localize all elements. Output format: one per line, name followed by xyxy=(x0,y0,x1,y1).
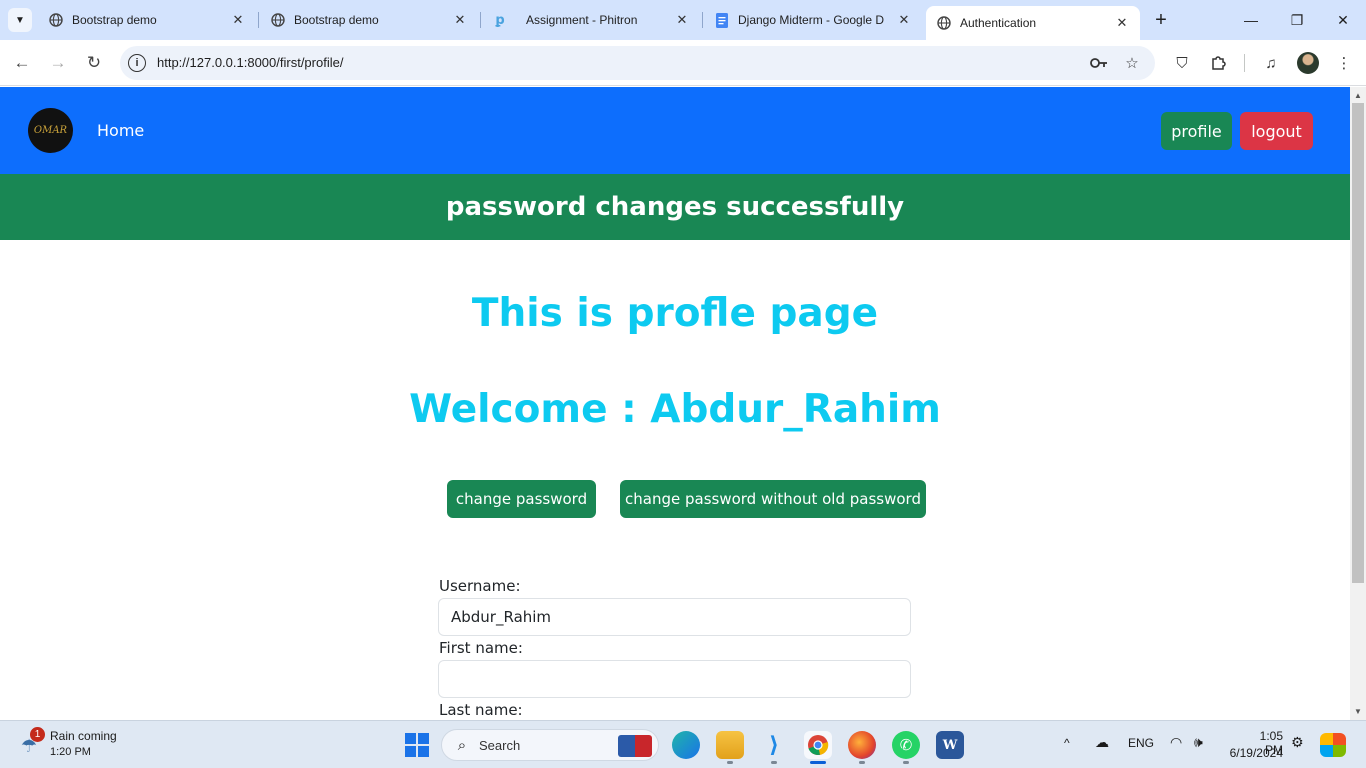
tab-title: Django Midterm - Google D xyxy=(738,13,885,27)
browser-tab[interactable]: Bootstrap demo ✕ xyxy=(38,6,256,34)
tab-title: Assignment - Phitron xyxy=(526,13,638,27)
first-name-label: First name: xyxy=(439,639,523,657)
app-running-indicator xyxy=(903,761,909,764)
edge-icon[interactable] xyxy=(672,731,700,759)
tab-title: Bootstrap demo xyxy=(294,13,379,27)
change-password-button[interactable]: change password xyxy=(447,480,596,518)
tab-divider xyxy=(480,12,481,28)
toolbar-divider xyxy=(1244,54,1245,72)
search-placeholder: Search xyxy=(479,738,521,753)
password-key-icon[interactable] xyxy=(1089,53,1109,73)
site-logo[interactable]: OMAR xyxy=(28,108,73,153)
tab-strip: ▼ Bootstrap demo ✕ Bootstrap demo ✕ ꝑ As… xyxy=(0,0,1366,40)
tab-close-icon[interactable]: ✕ xyxy=(452,12,468,28)
globe-icon xyxy=(48,12,64,28)
onedrive-cloud-icon[interactable]: ☁ xyxy=(1095,734,1109,751)
page-viewport: OMAR Home profile logout password change… xyxy=(0,87,1350,720)
globe-icon xyxy=(270,12,286,28)
profile-button[interactable]: profile xyxy=(1161,112,1232,150)
weather-time: 1:20 PM xyxy=(50,746,91,758)
url-text[interactable]: http://127.0.0.1:8000/first/profile/ xyxy=(157,55,343,70)
address-bar[interactable]: i http://127.0.0.1:8000/first/profile/ ☆ xyxy=(120,46,1155,80)
search-icon: ⌕ xyxy=(457,736,467,754)
more-menu-icon[interactable]: ⋮ xyxy=(1333,52,1355,74)
page-title: This is profle page xyxy=(471,291,879,336)
welcome-heading: Welcome : Abdur_Rahim xyxy=(409,387,941,432)
show-hidden-icons-chevron-icon[interactable]: ^ xyxy=(1064,736,1070,750)
scroll-up-icon[interactable]: ▲ xyxy=(1350,88,1366,102)
speaker-icon[interactable]: 🕪 xyxy=(1194,734,1203,751)
tab-divider xyxy=(702,12,703,28)
weather-title[interactable]: Rain coming xyxy=(50,729,117,743)
google-docs-icon xyxy=(714,12,730,28)
notification-bell-icon[interactable]: ⚙ xyxy=(1291,734,1304,751)
restore-icon[interactable]: ❐ xyxy=(1274,8,1320,32)
windows-taskbar: ☂ 1 Rain coming 1:20 PM ⌕ Search ⟩ ✆ W ^… xyxy=(0,720,1366,768)
username-label: Username: xyxy=(439,577,521,595)
site-info-icon[interactable]: i xyxy=(128,54,146,72)
globe-icon xyxy=(936,15,952,31)
browser-tab[interactable]: ꝑ Assignment - Phitron ✕ xyxy=(482,6,700,34)
browser-tab[interactable]: Django Midterm - Google D ✕ xyxy=(704,6,922,34)
tab-title: Bootstrap demo xyxy=(72,13,157,27)
scroll-thumb[interactable] xyxy=(1352,103,1364,583)
tab-divider xyxy=(258,12,259,28)
tab-search-chevron-icon[interactable]: ▼ xyxy=(8,8,32,32)
browser-tab-active[interactable]: Authentication ✕ xyxy=(926,6,1140,40)
tab-close-icon[interactable]: ✕ xyxy=(1114,15,1130,31)
site-navbar: OMAR Home profile logout xyxy=(0,87,1350,174)
phitron-icon: ꝑ xyxy=(495,12,505,27)
nav-home-link[interactable]: Home xyxy=(97,121,144,140)
app-running-indicator xyxy=(771,761,777,764)
windows-start-icon[interactable] xyxy=(405,733,429,757)
notification-badge: 1 xyxy=(30,727,45,742)
tab-title: Authentication xyxy=(960,16,1037,30)
change-password-without-old-button[interactable]: change password without old password xyxy=(620,480,926,518)
back-arrow-icon[interactable]: ← xyxy=(10,51,34,75)
extensions-puzzle-icon[interactable] xyxy=(1207,52,1229,74)
reload-icon[interactable]: ↻ xyxy=(82,51,106,75)
browser-tab[interactable]: Bootstrap demo ✕ xyxy=(260,6,478,34)
logout-button[interactable]: logout xyxy=(1240,112,1313,150)
username-field[interactable]: Abdur_Rahim xyxy=(438,598,911,636)
copilot-icon[interactable] xyxy=(1320,733,1346,757)
media-control-icon[interactable]: ♫ xyxy=(1260,52,1282,74)
taskbar-search-box[interactable]: ⌕ Search xyxy=(441,729,659,761)
whatsapp-icon[interactable]: ✆ xyxy=(892,731,920,759)
wifi-icon[interactable]: ◠ xyxy=(1170,734,1182,751)
close-window-icon[interactable]: ✕ xyxy=(1320,8,1366,32)
app-running-indicator xyxy=(859,761,865,764)
profile-avatar[interactable] xyxy=(1297,52,1319,74)
last-name-label: Last name: xyxy=(439,701,523,719)
minimize-icon[interactable]: — xyxy=(1228,8,1274,32)
bookmark-star-icon[interactable]: ☆ xyxy=(1122,53,1142,73)
firefox-icon[interactable] xyxy=(848,731,876,759)
app-active-indicator xyxy=(810,761,826,764)
shield-extension-icon[interactable]: ⛉ xyxy=(1171,52,1193,74)
browser-toolbar: ← → ↻ i http://127.0.0.1:8000/first/prof… xyxy=(0,40,1366,86)
new-tab-icon[interactable]: + xyxy=(1150,8,1172,32)
app-running-indicator xyxy=(727,761,733,764)
first-name-field[interactable] xyxy=(438,660,911,698)
forward-arrow-icon[interactable]: → xyxy=(46,51,70,75)
clock-date[interactable]: 6/19/2024 xyxy=(1226,746,1283,760)
file-explorer-icon[interactable] xyxy=(716,731,744,759)
chrome-icon[interactable] xyxy=(804,731,832,759)
tab-close-icon[interactable]: ✕ xyxy=(674,12,690,28)
tab-close-icon[interactable]: ✕ xyxy=(896,12,912,28)
language-indicator[interactable]: ENG xyxy=(1128,736,1154,750)
vscode-icon[interactable]: ⟩ xyxy=(760,731,788,759)
tab-close-icon[interactable]: ✕ xyxy=(230,12,246,28)
scroll-down-icon[interactable]: ▼ xyxy=(1350,704,1366,718)
word-icon[interactable]: W xyxy=(936,731,964,759)
search-highlight-icon xyxy=(618,735,652,757)
page-scrollbar[interactable]: ▲ ▼ xyxy=(1350,87,1366,720)
success-alert: password changes successfully xyxy=(0,174,1350,240)
